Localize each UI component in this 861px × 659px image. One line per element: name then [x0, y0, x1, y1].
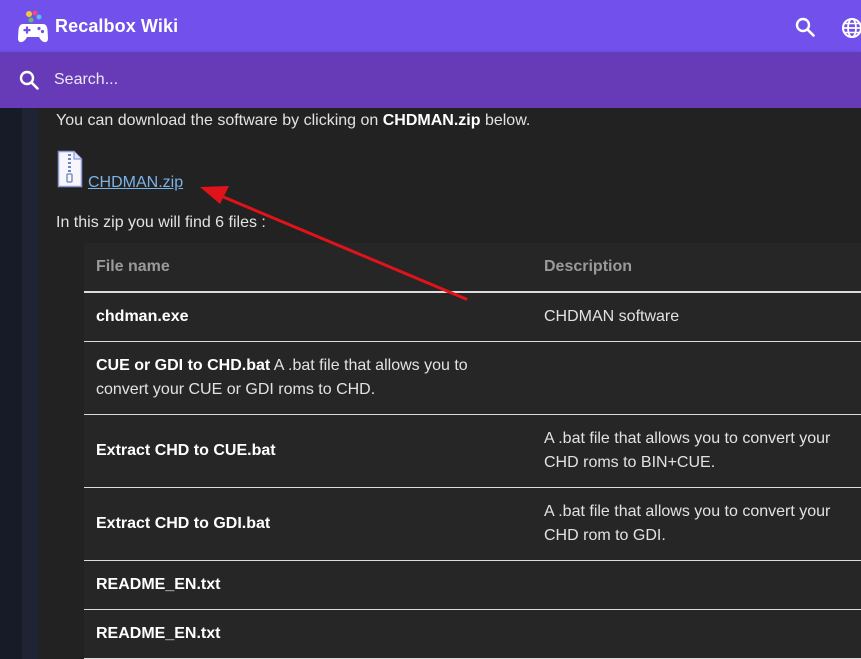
- description-cell: [532, 609, 861, 659]
- search-icon[interactable]: [795, 17, 815, 37]
- zip-file-icon[interactable]: [57, 150, 83, 188]
- table-row: Extract CHD to GDI.bat A .bat file that …: [84, 487, 861, 561]
- file-name-cell: README_EN.txt: [84, 609, 532, 659]
- intro-prefix: You can download the software by clickin…: [56, 112, 383, 129]
- column-header-file-name[interactable]: File name: [84, 243, 532, 293]
- file-name: CUE or GDI to CHD.bat: [96, 357, 271, 374]
- description-cell: [532, 341, 861, 415]
- download-intro-text: You can download the software by clickin…: [56, 112, 530, 130]
- intro-suffix: below.: [480, 112, 531, 129]
- description-cell: [532, 560, 861, 610]
- description-cell: CHDMAN software: [532, 292, 861, 342]
- table-row: CUE or GDI to CHD.bat A .bat file that a…: [84, 341, 861, 415]
- intro-file-name: CHDMAN.zip: [382, 112, 481, 129]
- file-name-cell: chdman.exe: [84, 292, 532, 342]
- zip-contents-text: In this zip you will find 6 files :: [56, 214, 266, 231]
- description-cell: A .bat file that allows you to convert y…: [532, 487, 861, 561]
- file-name: README_EN.txt: [96, 576, 221, 593]
- top-app-bar: Recalbox Wiki: [0, 0, 861, 52]
- file-name-cell: Extract CHD to GDI.bat: [84, 487, 532, 561]
- description-cell: A .bat file that allows you to convert y…: [532, 414, 861, 488]
- file-name: Extract CHD to GDI.bat: [96, 515, 271, 532]
- file-name: chdman.exe: [96, 308, 189, 325]
- side-navigation: [0, 108, 22, 659]
- file-name-cell: CUE or GDI to CHD.bat A .bat file that a…: [84, 341, 532, 415]
- file-name-cell: README_EN.txt: [84, 560, 532, 610]
- app-title[interactable]: Recalbox Wiki: [55, 16, 178, 37]
- table-row: Extract CHD to CUE.bat A .bat file that …: [84, 414, 861, 488]
- column-header-description[interactable]: Description: [532, 243, 861, 293]
- gamepad-logo-icon[interactable]: [17, 10, 49, 44]
- search-bar: [0, 52, 861, 108]
- chdman-zip-link[interactable]: CHDMAN.zip: [88, 174, 183, 192]
- file-name-cell: Extract CHD to CUE.bat: [84, 414, 532, 488]
- file-name: Extract CHD to CUE.bat: [96, 442, 276, 459]
- files-table: File name Description chdman.exe CHDMAN …: [84, 243, 861, 659]
- table-row: chdman.exe CHDMAN software: [84, 292, 861, 342]
- side-navigation-edge: [22, 108, 38, 659]
- table-row: README_EN.txt: [84, 560, 861, 610]
- table-row: README_EN.txt: [84, 609, 861, 659]
- search-icon: [19, 70, 39, 90]
- globe-icon[interactable]: [841, 17, 861, 39]
- page-content: You can download the software by clickin…: [38, 108, 861, 659]
- file-name: README_EN.txt: [96, 625, 221, 642]
- search-input[interactable]: [54, 66, 654, 94]
